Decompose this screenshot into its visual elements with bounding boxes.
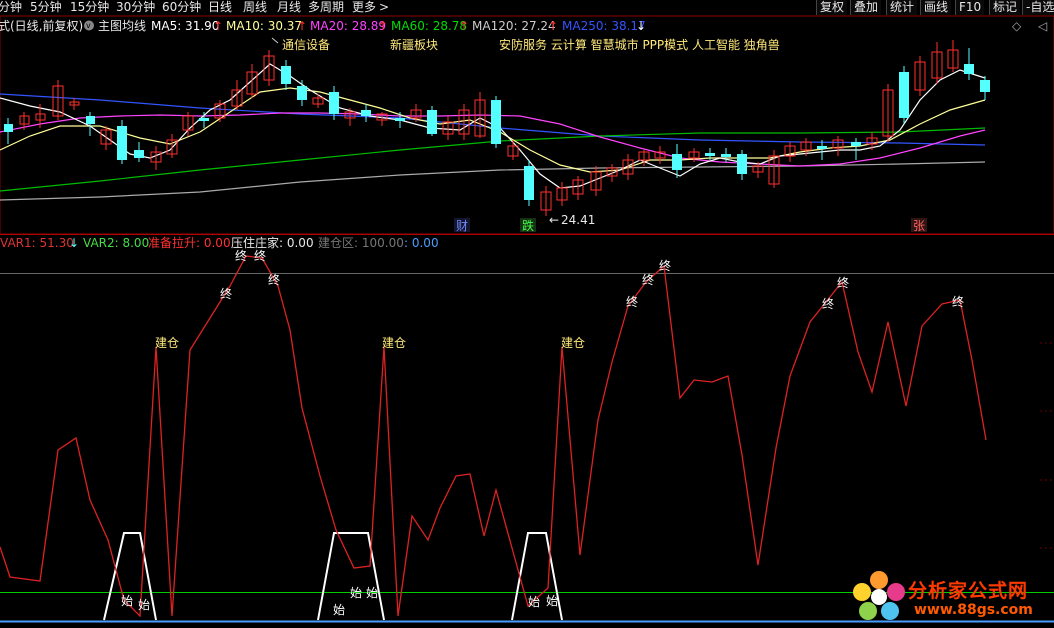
- annotation-pointer: [271, 37, 279, 44]
- var1-arrow-icon: ↓: [69, 236, 79, 250]
- ma60-value: MA60: 28.78: [391, 19, 467, 33]
- logo-url: www.88gs.com: [914, 602, 1033, 618]
- yazhu-value: 压住庄家: 0.00: [231, 235, 314, 250]
- low-arrow-icon: ←: [549, 213, 559, 227]
- ma20-arrow-icon: ↑: [378, 19, 388, 33]
- candle: [817, 146, 827, 149]
- concept-label: 通信设备: [282, 38, 330, 52]
- low-price-label: 24.41: [561, 213, 595, 227]
- candle: [361, 110, 371, 116]
- shi-label: 始: [121, 594, 133, 608]
- ma5-value: MA5: 31.90: [151, 19, 219, 33]
- indicator-name[interactable]: 主图均线: [98, 19, 146, 33]
- jiancangqu-extra: : 0.00: [404, 236, 439, 250]
- ma250-value: MA250: 38.17: [562, 19, 646, 33]
- candlesticks: [4, 40, 990, 216]
- candle: [427, 110, 437, 134]
- candle: [705, 153, 715, 156]
- ma20-value: MA20: 28.89: [310, 19, 386, 33]
- candle: [199, 118, 209, 121]
- candle: [395, 118, 405, 121]
- shi-label: 始: [333, 603, 345, 617]
- chevron-down-icon: v: [86, 21, 91, 30]
- candle: [134, 150, 144, 158]
- zhong-label: 终: [268, 272, 280, 287]
- candle: [851, 142, 861, 146]
- zhong-label: 终: [822, 296, 834, 311]
- jiancangqu-value: 建仓区: 100.00: [318, 236, 404, 250]
- event-badge-cai[interactable]: 财: [456, 219, 468, 233]
- ma10-value: MA10: 30.37: [226, 19, 302, 33]
- candle: [117, 126, 127, 160]
- zhong-label: 终: [235, 248, 247, 263]
- main-title: 式(日线,前复权): [0, 18, 83, 33]
- event-badge-zhang[interactable]: 张: [913, 219, 925, 233]
- site-logo: 分析家公式网 www.88gs.com: [852, 570, 1052, 622]
- ma60-arrow-icon: ↑: [459, 19, 469, 33]
- zhong-label: 终: [642, 272, 654, 287]
- jiancang-label: 建仓: [561, 336, 585, 350]
- main-info-bar: 式(日线,前复权) v 主图均线 MA5: 31.90 ↑ MA10: 30.3…: [0, 18, 646, 33]
- var1-value: VAR1: 51.30: [0, 236, 74, 250]
- candle: [329, 92, 339, 114]
- ma120-value: MA120: 27.24: [472, 19, 556, 33]
- diamond-icon[interactable]: ◇: [1012, 19, 1022, 33]
- signal-labels: 终 终 终 终 终 终 终 终 终 终: [220, 248, 964, 311]
- ma10-arrow-icon: ↑: [297, 19, 307, 33]
- zhong-label: 终: [626, 294, 638, 309]
- concept-label: 安防服务 云计算 智慧城市 PPP模式 人工智能 独角兽: [499, 37, 780, 52]
- shi-label: 始: [546, 594, 558, 608]
- flower-logo-icon: [853, 571, 905, 620]
- ma250-arrow-icon: ↓: [636, 19, 646, 33]
- candle: [964, 64, 974, 74]
- grid-ticks: [1040, 342, 1054, 549]
- candle: [899, 72, 909, 118]
- var1-line: [0, 255, 987, 618]
- ma5-arrow-icon: ↑: [213, 19, 223, 33]
- candle: [491, 100, 501, 144]
- candle: [281, 66, 291, 84]
- concept-label: 新疆板块: [390, 37, 438, 52]
- candle: [737, 154, 747, 174]
- stock-chart[interactable]: 式(日线,前复权) v 主图均线 MA5: 31.90 ↑ MA10: 30.3…: [0, 0, 1054, 628]
- candle: [672, 154, 682, 170]
- collapse-icon[interactable]: ◁: [1037, 19, 1047, 33]
- candle: [721, 154, 731, 157]
- candle: [524, 166, 534, 200]
- ma120-line: [0, 161, 986, 201]
- zhong-label: 终: [659, 258, 671, 273]
- candle: [86, 116, 95, 124]
- shi-label: 始: [366, 586, 378, 600]
- shi-label: 始: [528, 595, 540, 609]
- var2-value: VAR2: 8.00: [83, 236, 149, 250]
- zhong-label: 终: [837, 275, 849, 290]
- candle: [4, 124, 13, 132]
- shi-labels: 始 始 始 始 始 始 始: [121, 586, 558, 617]
- jiancang-label: 建仓: [382, 336, 406, 350]
- logo-name: 分析家公式网: [908, 580, 1029, 602]
- jiancang-labels: 建仓 建仓 建仓: [155, 336, 585, 350]
- zhong-label: 终: [220, 286, 232, 301]
- accumulate-marker: [317, 532, 385, 621]
- shi-label: 始: [350, 586, 362, 600]
- event-badge-die[interactable]: 跌: [522, 218, 534, 233]
- jiancang-label: 建仓: [155, 336, 179, 350]
- ma120-arrow-icon: ↑: [548, 19, 558, 33]
- candle: [980, 80, 990, 92]
- shi-label: 始: [138, 598, 150, 612]
- sub-info-bar: VAR1: 51.30 ↓ VAR2: 8.00 准备拉升: 0.00 压住庄家…: [0, 235, 439, 250]
- zhunbei-value: 准备拉升: 0.00: [148, 235, 231, 250]
- candle: [297, 86, 307, 100]
- zhong-label: 终: [952, 294, 964, 309]
- zhong-label: 终: [254, 248, 266, 263]
